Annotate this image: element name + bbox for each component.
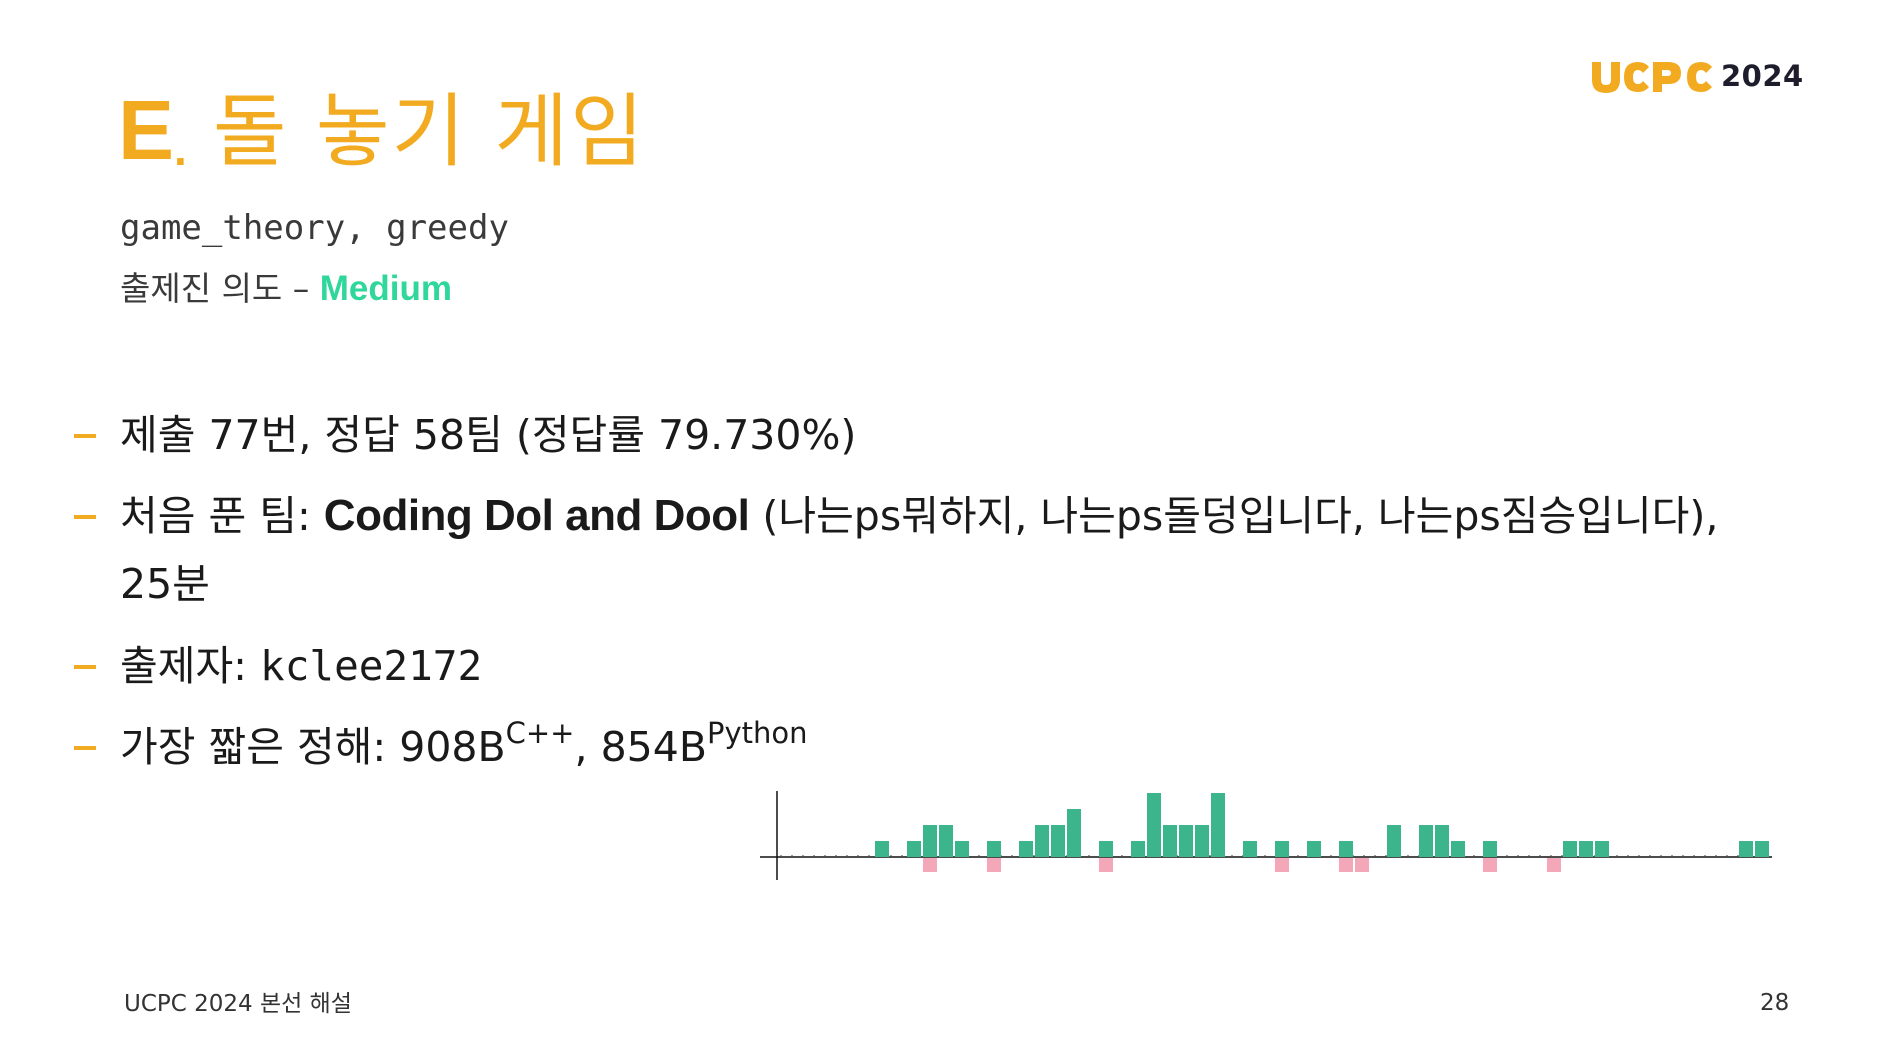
accepted-bar [1243,841,1257,857]
accepted-bar [1307,841,1321,857]
accepted-bar [1051,825,1065,857]
accepted-bar [1419,825,1433,857]
accepted-bar [1275,841,1289,857]
accepted-bar [1579,841,1593,857]
accepted-bar [1147,793,1161,857]
accepted-bar [1019,841,1033,857]
accepted-bar [1067,809,1081,857]
rejected-bar [1099,858,1113,872]
accepted-bar [1099,841,1113,857]
rejected-bar [987,858,1001,872]
page-number: 28 [1760,990,1790,1016]
accepted-bar [1163,825,1177,857]
accepted-bar [1595,841,1609,857]
accepted-bar [1451,841,1465,857]
accepted-bar [907,841,921,857]
accepted-bar [1179,825,1193,857]
accepted-bar [987,841,1001,857]
rejected-bar [1547,858,1561,872]
accepted-bar [1387,825,1401,857]
accepted-bar [1739,841,1753,857]
accepted-bar [1195,825,1209,857]
rejected-bar [923,858,937,872]
accepted-bar [1563,841,1577,857]
rejected-bar [1339,858,1353,872]
accepted-bar [1211,793,1225,857]
accepted-bar [875,841,889,857]
accepted-bar [955,841,969,857]
accepted-bar [1131,841,1145,857]
accepted-bar [1435,825,1449,857]
rejected-bar [1483,858,1497,872]
accepted-bar [939,825,953,857]
accepted-bar [1339,841,1353,857]
accepted-bar [1755,841,1769,857]
accepted-bar [923,825,937,857]
footer-text: UCPC 2024 본선 해설 [124,991,352,1017]
rejected-bar [1275,858,1289,872]
accepted-bar [1483,841,1497,857]
rejected-bar [1355,858,1369,872]
accepted-bar [1035,825,1049,857]
submission-timeline-chart [760,791,1772,880]
